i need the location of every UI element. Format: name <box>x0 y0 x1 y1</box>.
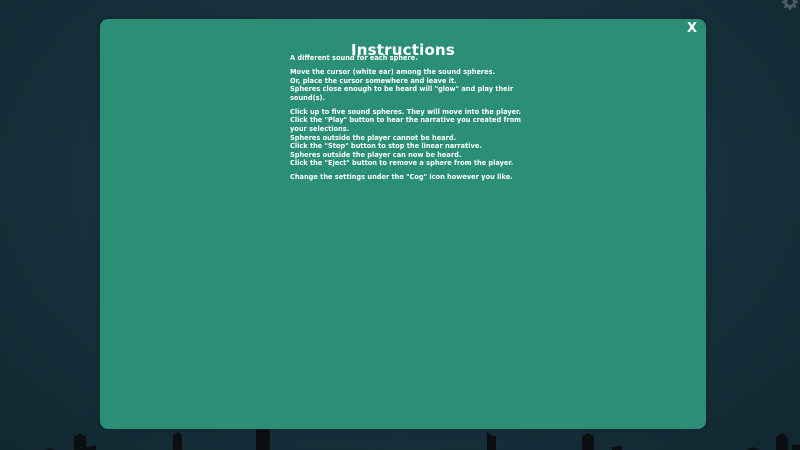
instruction-line: A different sound for each sphere. <box>290 54 418 62</box>
instruction-paragraph: Click up to five sound spheres. They wil… <box>290 108 526 168</box>
close-icon: X <box>686 21 698 36</box>
close-button[interactable]: X <box>684 20 700 38</box>
instruction-line: Spheres outside the player cannot be hea… <box>290 133 457 142</box>
building-silhouette <box>582 433 594 450</box>
instructions-dialog: Instructions X A different sound for eac… <box>100 19 706 429</box>
building-silhouette <box>792 444 800 450</box>
building-silhouette <box>487 432 496 450</box>
gear-icon[interactable] <box>782 0 798 10</box>
instruction-line: Spheres outside the player can now be he… <box>290 150 462 159</box>
instruction-paragraph: Move the cursor (white ear) among the so… <box>290 68 526 102</box>
instructions-text: A different sound for each sphere. Move … <box>290 54 526 187</box>
instruction-paragraph: Change the settings under the "Cog" icon… <box>290 173 526 182</box>
instruction-line: Change the settings under the "Cog" icon… <box>290 173 513 182</box>
building-silhouette <box>612 446 622 450</box>
instruction-line: Spheres close enough to be heard will "g… <box>290 85 514 102</box>
building-silhouette <box>776 433 788 450</box>
instruction-line: Click the "Stop" button to stop the line… <box>290 142 482 151</box>
instruction-line: Click up to five sound spheres. They wil… <box>290 107 521 116</box>
instruction-line: Click the "Play" button to hear the narr… <box>290 116 521 133</box>
instruction-line: Or, place the cursor somewhere and leave… <box>290 76 457 85</box>
building-silhouette <box>74 433 86 450</box>
instruction-line: Click the "Eject" button to remove a sph… <box>290 159 514 168</box>
building-silhouette <box>86 445 96 450</box>
building-silhouette <box>173 432 182 450</box>
instruction-line: Move the cursor (white ear) among the so… <box>290 67 496 76</box>
instruction-paragraph: A different sound for each sphere. <box>290 54 526 63</box>
building-silhouette <box>256 428 270 450</box>
